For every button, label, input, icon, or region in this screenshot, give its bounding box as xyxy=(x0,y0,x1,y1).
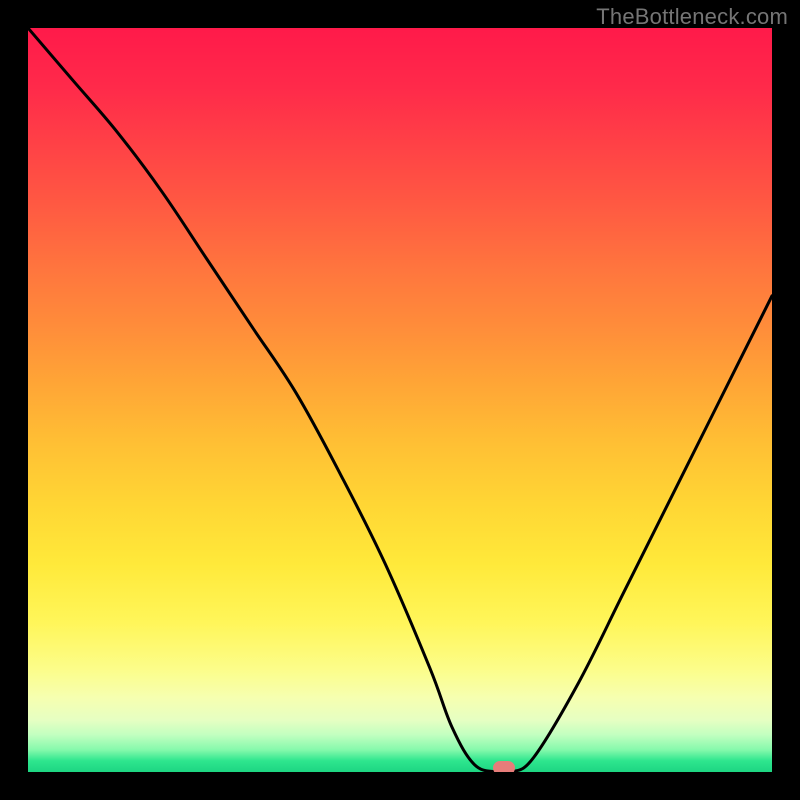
optimal-marker xyxy=(493,761,515,772)
bottleneck-curve xyxy=(28,28,772,772)
plot-area xyxy=(28,28,772,772)
watermark-text: TheBottleneck.com xyxy=(596,4,788,30)
chart-frame xyxy=(0,0,800,800)
